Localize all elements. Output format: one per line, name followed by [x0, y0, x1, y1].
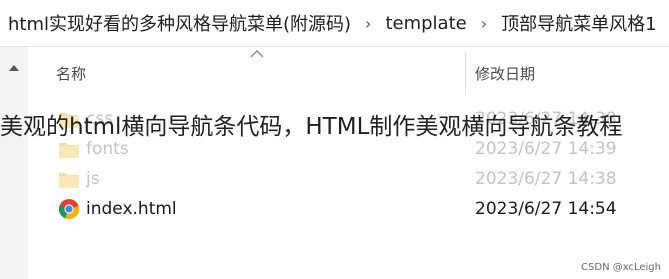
breadcrumb-separator: › [480, 13, 488, 33]
column-header: 名称 修改日期 [28, 47, 669, 97]
file-date: 2023/6/27 14:54 [475, 199, 617, 219]
column-divider[interactable] [465, 51, 466, 95]
folder-icon [59, 173, 79, 188]
breadcrumb: html实现好看的多种风格导航菜单(附源码) › template › 顶部导航… [0, 0, 669, 47]
file-row-js[interactable]: js 2023/6/27 14:38 [28, 164, 669, 194]
breadcrumb-item-root[interactable]: html实现好看的多种风格导航菜单(附源码) [0, 10, 355, 36]
breadcrumb-separator: › [365, 13, 372, 33]
scroll-up-arrow-icon[interactable] [6, 60, 22, 76]
breadcrumb-item-current[interactable]: 顶部导航菜单风格1 [497, 10, 660, 36]
overlay-title-text: 美观的html横向导航条代码，HTML制作美观横向导航条教程 [0, 114, 623, 140]
vertical-scrollbar[interactable] [0, 47, 28, 279]
column-header-date-modified[interactable]: 修改日期 [475, 63, 535, 84]
file-name: js [86, 169, 100, 189]
sort-ascending-icon [250, 50, 264, 58]
column-header-name[interactable]: 名称 [56, 63, 86, 84]
file-name: index.html [86, 199, 177, 219]
breadcrumb-item-template[interactable]: template [381, 13, 470, 34]
file-date: 2023/6/27 14:38 [475, 169, 617, 189]
chrome-html-icon [58, 199, 79, 220]
watermark: CSDN @xcLeigh [581, 262, 661, 273]
file-row-index-html[interactable]: index.html 2023/6/27 14:54 [28, 194, 669, 224]
